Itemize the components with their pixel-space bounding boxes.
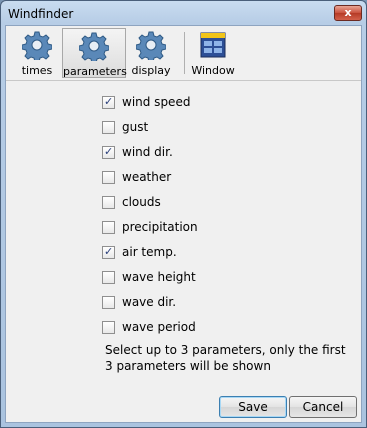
parameter-hint: Select up to 3 parameters, only the firs… xyxy=(105,343,346,373)
tab-parameters-label: parameters xyxy=(63,65,127,78)
tab-window[interactable]: Window xyxy=(190,28,236,78)
parameter-checkbox[interactable]: ✓ xyxy=(102,95,115,109)
parameter-label: wave period xyxy=(122,320,196,334)
checkmark-icon: ✓ xyxy=(104,245,114,258)
toolbar-separator xyxy=(184,32,185,74)
parameter-label: gust xyxy=(122,120,149,134)
toolbar: times parameters display Window xyxy=(6,26,361,81)
gear-icon xyxy=(79,32,109,61)
save-button[interactable]: Save xyxy=(219,396,287,418)
cancel-button[interactable]: Cancel xyxy=(289,396,357,418)
tab-window-label: Window xyxy=(191,64,235,77)
parameter-label: weather xyxy=(122,170,172,184)
app-window: Windfinder x times parameters display Wi… xyxy=(0,0,367,428)
parameter-checkbox[interactable] xyxy=(102,271,115,284)
parameter-checkbox[interactable]: ✓ xyxy=(102,145,115,159)
tab-display[interactable]: display xyxy=(126,28,176,78)
parameter-checkbox[interactable] xyxy=(102,221,115,234)
gear-icon xyxy=(22,31,52,60)
parameter-label: precipitation xyxy=(122,220,198,234)
parameter-label: clouds xyxy=(122,195,161,209)
close-icon: x xyxy=(344,6,352,19)
tab-display-label: display xyxy=(131,64,171,77)
tab-parameters[interactable]: parameters xyxy=(62,28,127,78)
window-title: Windfinder xyxy=(8,7,74,21)
checkmark-icon: ✓ xyxy=(104,145,114,158)
close-button[interactable]: x xyxy=(334,5,362,21)
window-icon xyxy=(200,32,226,58)
parameter-label: wind dir. xyxy=(122,145,173,159)
parameter-label: air temp. xyxy=(122,245,177,259)
title-bar[interactable]: Windfinder x xyxy=(1,1,366,27)
parameter-label: wind speed xyxy=(122,95,191,109)
tab-times[interactable]: times xyxy=(12,28,62,78)
parameter-label: wave dir. xyxy=(122,295,177,309)
gear-icon xyxy=(136,31,166,60)
parameter-checkbox[interactable]: ✓ xyxy=(102,245,115,259)
parameter-checkbox[interactable] xyxy=(102,296,115,309)
tab-times-label: times xyxy=(21,64,53,77)
dialog-body: times parameters display Window ✓ wind s… xyxy=(5,25,362,423)
parameter-checkbox[interactable] xyxy=(102,321,115,334)
parameter-label: wave height xyxy=(122,270,196,284)
parameter-checkbox[interactable] xyxy=(102,121,115,134)
checkmark-icon: ✓ xyxy=(104,95,114,108)
parameter-checkbox[interactable] xyxy=(102,171,115,184)
parameter-checkbox[interactable] xyxy=(102,196,115,209)
